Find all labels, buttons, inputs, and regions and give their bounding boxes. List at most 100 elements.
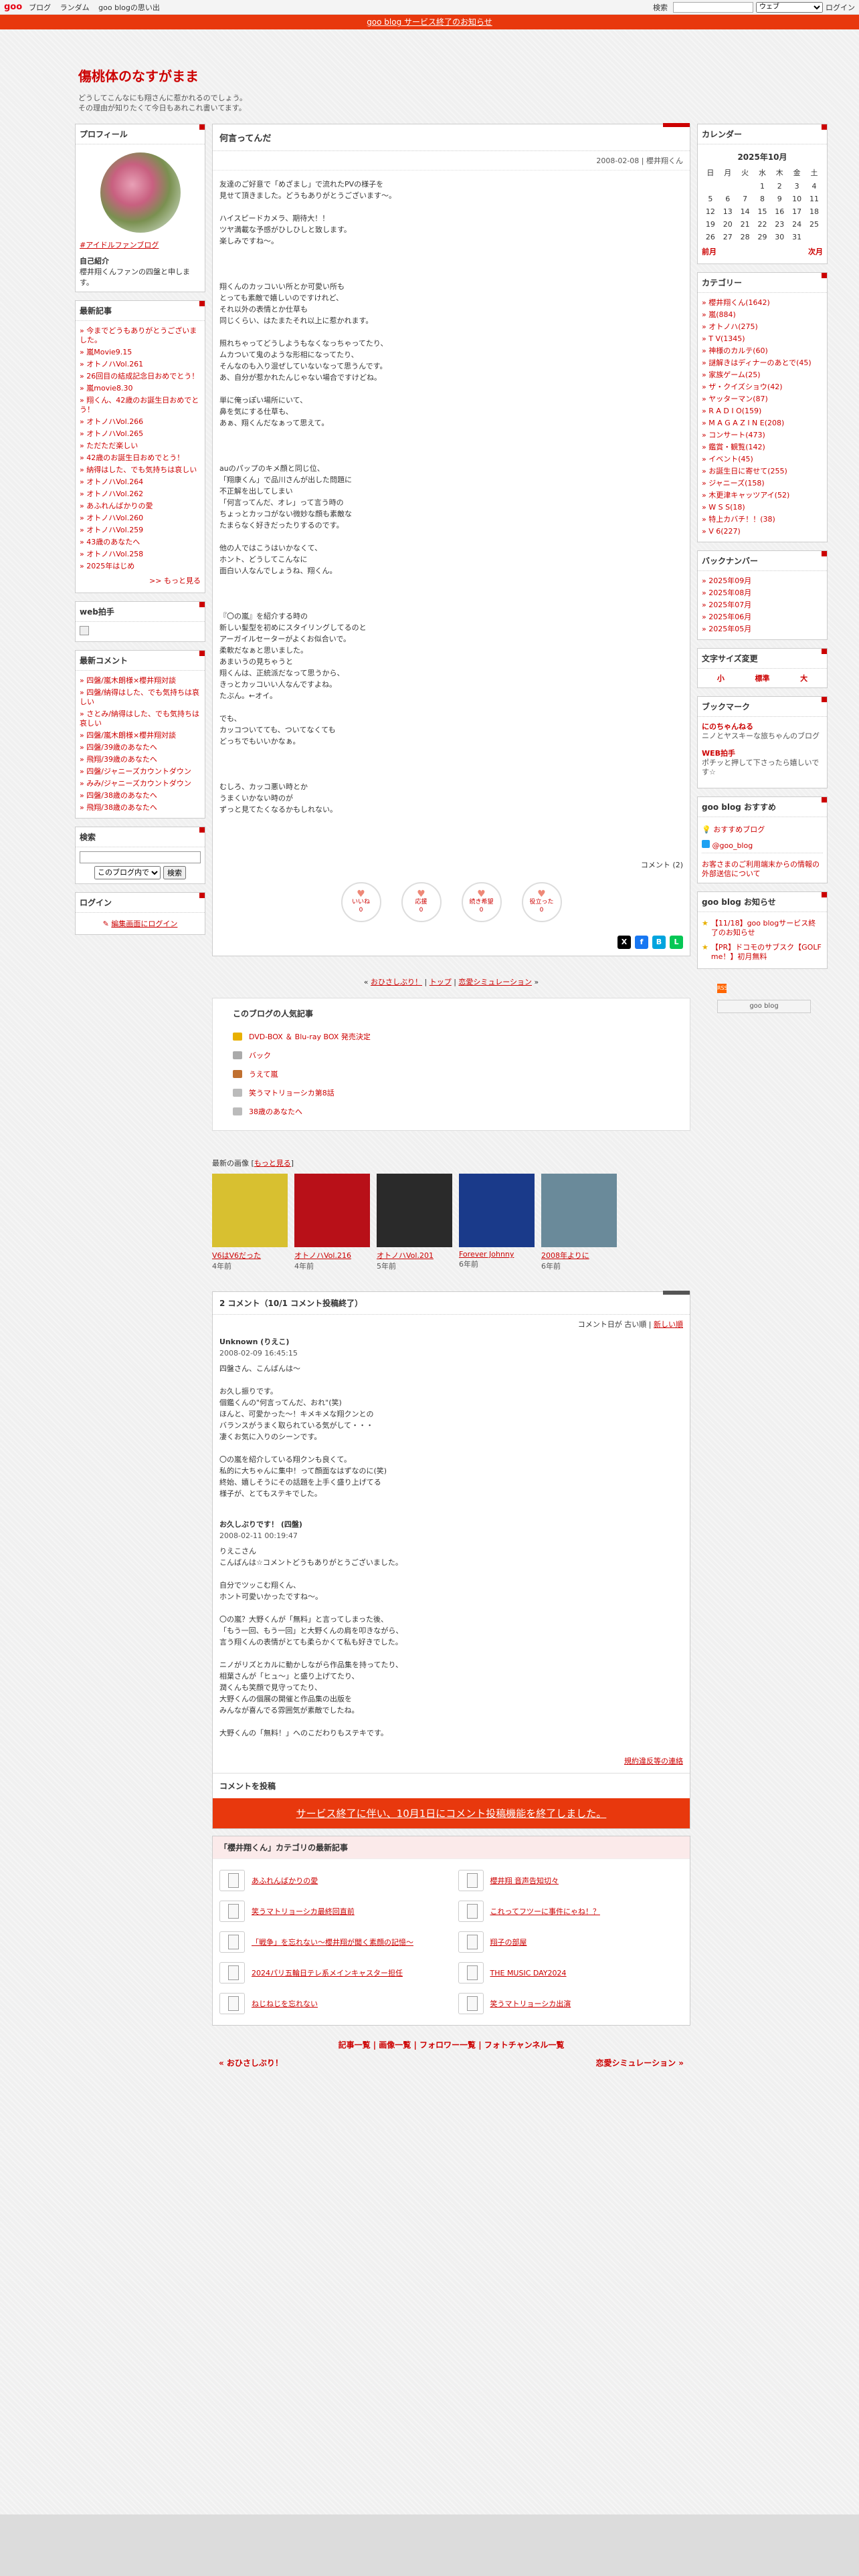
category-item[interactable]: ザ・クイズショウ(42) xyxy=(702,381,823,393)
news-item[interactable]: ★ 【11/18】goo blogサービス終了のお知らせ xyxy=(702,916,823,940)
sort-old-link[interactable]: 古い順 xyxy=(624,1320,646,1329)
category-post-item[interactable]: あふれんばかりの愛 xyxy=(219,1870,445,1891)
image-thumb[interactable]: Forever Johnny 6年前 xyxy=(459,1174,535,1271)
recent-post-item[interactable]: オトノハVol.261 xyxy=(80,358,201,370)
calendar-day[interactable]: 25 xyxy=(805,218,823,231)
reaction-button[interactable]: ♥ 続き希望 0 xyxy=(461,882,502,922)
thumb-image[interactable] xyxy=(212,1174,288,1247)
thumb-image[interactable] xyxy=(377,1174,452,1247)
category-item[interactable]: ジャニーズ(158) xyxy=(702,477,823,490)
category-item[interactable]: 櫻井翔くん(1642) xyxy=(702,297,823,309)
footer-prev-link[interactable]: « おひさしぶり！ xyxy=(219,2057,283,2068)
backnumber-item[interactable]: 2025年05月 xyxy=(702,623,823,635)
recent-post-item[interactable]: オトノハVol.265 xyxy=(80,428,201,440)
calendar-day[interactable]: 29 xyxy=(754,231,771,243)
category-item[interactable]: 謎解きはディナーのあとで(45) xyxy=(702,357,823,369)
backnumber-item[interactable]: 2025年09月 xyxy=(702,575,823,587)
calendar-day[interactable]: 30 xyxy=(771,231,788,243)
calendar-day[interactable]: 1 xyxy=(754,180,771,193)
recent-post-item[interactable]: 嵐movie8.30 xyxy=(80,383,201,395)
calendar-day[interactable]: 21 xyxy=(737,218,754,231)
font-small-button[interactable]: 小 xyxy=(717,673,725,683)
recent-post-item[interactable]: オトノハVol.259 xyxy=(80,524,201,536)
recent-comment-item[interactable]: みみ/ジャニーズカウントダウン xyxy=(80,778,201,790)
service-end-notice[interactable]: goo blog サービス終了のお知らせ xyxy=(0,15,859,29)
nav-blog[interactable]: ブログ xyxy=(29,3,51,12)
thumb-title[interactable]: Forever Johnny xyxy=(459,1250,535,1259)
calendar-day[interactable]: 12 xyxy=(702,205,719,218)
backnumber-item[interactable]: 2025年07月 xyxy=(702,599,823,611)
recent-post-item[interactable]: オトノハVol.266 xyxy=(80,416,201,428)
thumb-image[interactable] xyxy=(459,1174,535,1247)
calendar-day[interactable]: 9 xyxy=(771,193,788,205)
calendar-day[interactable]: 3 xyxy=(788,180,805,193)
next-article-link[interactable]: 恋愛シミュレーション xyxy=(458,978,532,986)
calendar-prev[interactable]: 前月 xyxy=(702,246,717,257)
images-more-link[interactable]: もっと見る xyxy=(254,1159,291,1168)
calendar-day[interactable]: 10 xyxy=(788,193,805,205)
category-post-item[interactable]: 笑うマトリョーシカ最終回直前 xyxy=(219,1901,445,1922)
category-item[interactable]: 木更津キャッツアイ(52) xyxy=(702,490,823,502)
popular-item[interactable]: 笑うマトリョーシカ第8話 xyxy=(233,1083,670,1102)
calendar-day[interactable]: 11 xyxy=(805,193,823,205)
line-share-icon[interactable]: L xyxy=(670,936,683,949)
calendar-day[interactable]: 6 xyxy=(719,193,737,205)
thumb-title[interactable]: V6はV6だった xyxy=(212,1250,288,1261)
blog-search-input[interactable] xyxy=(80,851,201,863)
top-login-link[interactable]: ログイン xyxy=(826,2,855,13)
recommend-blog-link[interactable]: 💡 おすすめブログ xyxy=(702,821,823,837)
calendar-day[interactable]: 7 xyxy=(737,193,754,205)
recent-post-item[interactable]: 26回目の結成記念日おめでとう！ xyxy=(80,370,201,383)
edit-login-link[interactable]: ✎ 編集画面にログイン xyxy=(76,913,205,934)
recent-post-item[interactable]: あふれんばかりの愛 xyxy=(80,500,201,512)
profile-avatar[interactable] xyxy=(100,152,181,233)
category-item[interactable]: 家族ゲーム(25) xyxy=(702,369,823,381)
recent-post-item[interactable]: 2025年はじめ xyxy=(80,560,201,572)
footer-next-link[interactable]: 恋愛シミュレーション » xyxy=(596,2057,684,2068)
category-item[interactable]: T V(1345) xyxy=(702,333,823,345)
thumb-image[interactable] xyxy=(541,1174,617,1247)
recent-comment-item[interactable]: 四盤/嵐木朗様×櫻井翔対談 xyxy=(80,730,201,742)
calendar-day[interactable]: 14 xyxy=(737,205,754,218)
font-normal-button[interactable]: 標準 xyxy=(755,673,769,683)
image-thumb[interactable]: オトノハVol.216 4年前 xyxy=(294,1174,370,1271)
recent-comment-item[interactable]: 四盤/納得はした、でも気持ちは哀しい xyxy=(80,687,201,708)
goo-blog-badge[interactable]: goo blog xyxy=(717,1000,811,1013)
recent-comment-item[interactable]: 四盤/38歳のあなたへ xyxy=(80,790,201,802)
category-item[interactable]: R A D I O(159) xyxy=(702,405,823,417)
recent-comment-item[interactable]: 四盤/39歳のあなたへ xyxy=(80,742,201,754)
category-item[interactable]: V 6(227) xyxy=(702,526,823,538)
thumb-image[interactable] xyxy=(294,1174,370,1247)
thumb-title[interactable]: 2008年よりに xyxy=(541,1250,617,1261)
recent-comment-item[interactable]: 四盤/嵐木朗様×櫻井翔対談 xyxy=(80,675,201,687)
goo-logo[interactable]: goo xyxy=(4,2,22,12)
category-item[interactable]: 鑑賞・観覧(142) xyxy=(702,441,823,453)
popular-item[interactable]: DVD-BOX ＆ Blu-ray BOX 発売決定 xyxy=(233,1027,670,1046)
rss-icon[interactable]: RSS xyxy=(717,984,728,993)
calendar-day[interactable]: 22 xyxy=(754,218,771,231)
reaction-button[interactable]: ♥ いいね 0 xyxy=(341,882,381,922)
backnumber-item[interactable]: 2025年08月 xyxy=(702,587,823,599)
twitter-link[interactable]: @goo_blog xyxy=(702,837,823,853)
thumb-title[interactable]: オトノハVol.201 xyxy=(377,1250,452,1261)
category-item[interactable]: ヤッターマン(87) xyxy=(702,393,823,405)
external-info-link[interactable]: お客さまのご利用端末からの情報の外部送信について xyxy=(702,860,823,879)
article-comment-count[interactable]: コメント (2) xyxy=(213,859,690,875)
calendar-day[interactable]: 31 xyxy=(788,231,805,243)
category-post-item[interactable]: 笑うマトリョーシカ出演 xyxy=(458,1993,684,2014)
backnumber-item[interactable]: 2025年06月 xyxy=(702,611,823,623)
profile-tag-link[interactable]: #アイドルファンブログ xyxy=(80,239,201,250)
recent-post-item[interactable]: 43歳のあなたへ xyxy=(80,536,201,548)
calendar-day[interactable]: 8 xyxy=(754,193,771,205)
recent-post-item[interactable]: オトノハVol.258 xyxy=(80,548,201,560)
news-item[interactable]: ★ 【PR】ドコモのサブスク【GOLF me！】初月無料 xyxy=(702,940,823,964)
thumb-title[interactable]: オトノハVol.216 xyxy=(294,1250,370,1261)
category-item[interactable]: 神様のカルテ(60) xyxy=(702,345,823,357)
recent-post-item[interactable]: 今までどうもありがとうございました。 xyxy=(80,325,201,346)
sort-new-link[interactable]: 新しい順 xyxy=(654,1320,683,1329)
popular-item[interactable]: 38歳のあなたへ xyxy=(233,1102,670,1121)
category-post-item[interactable]: 櫻井翔 音声告知切々 xyxy=(458,1870,684,1891)
recent-post-item[interactable]: ただただ楽しい xyxy=(80,440,201,452)
image-thumb[interactable]: オトノハVol.201 5年前 xyxy=(377,1174,452,1271)
report-link[interactable]: 規約違反等の連絡 xyxy=(624,1757,683,1765)
